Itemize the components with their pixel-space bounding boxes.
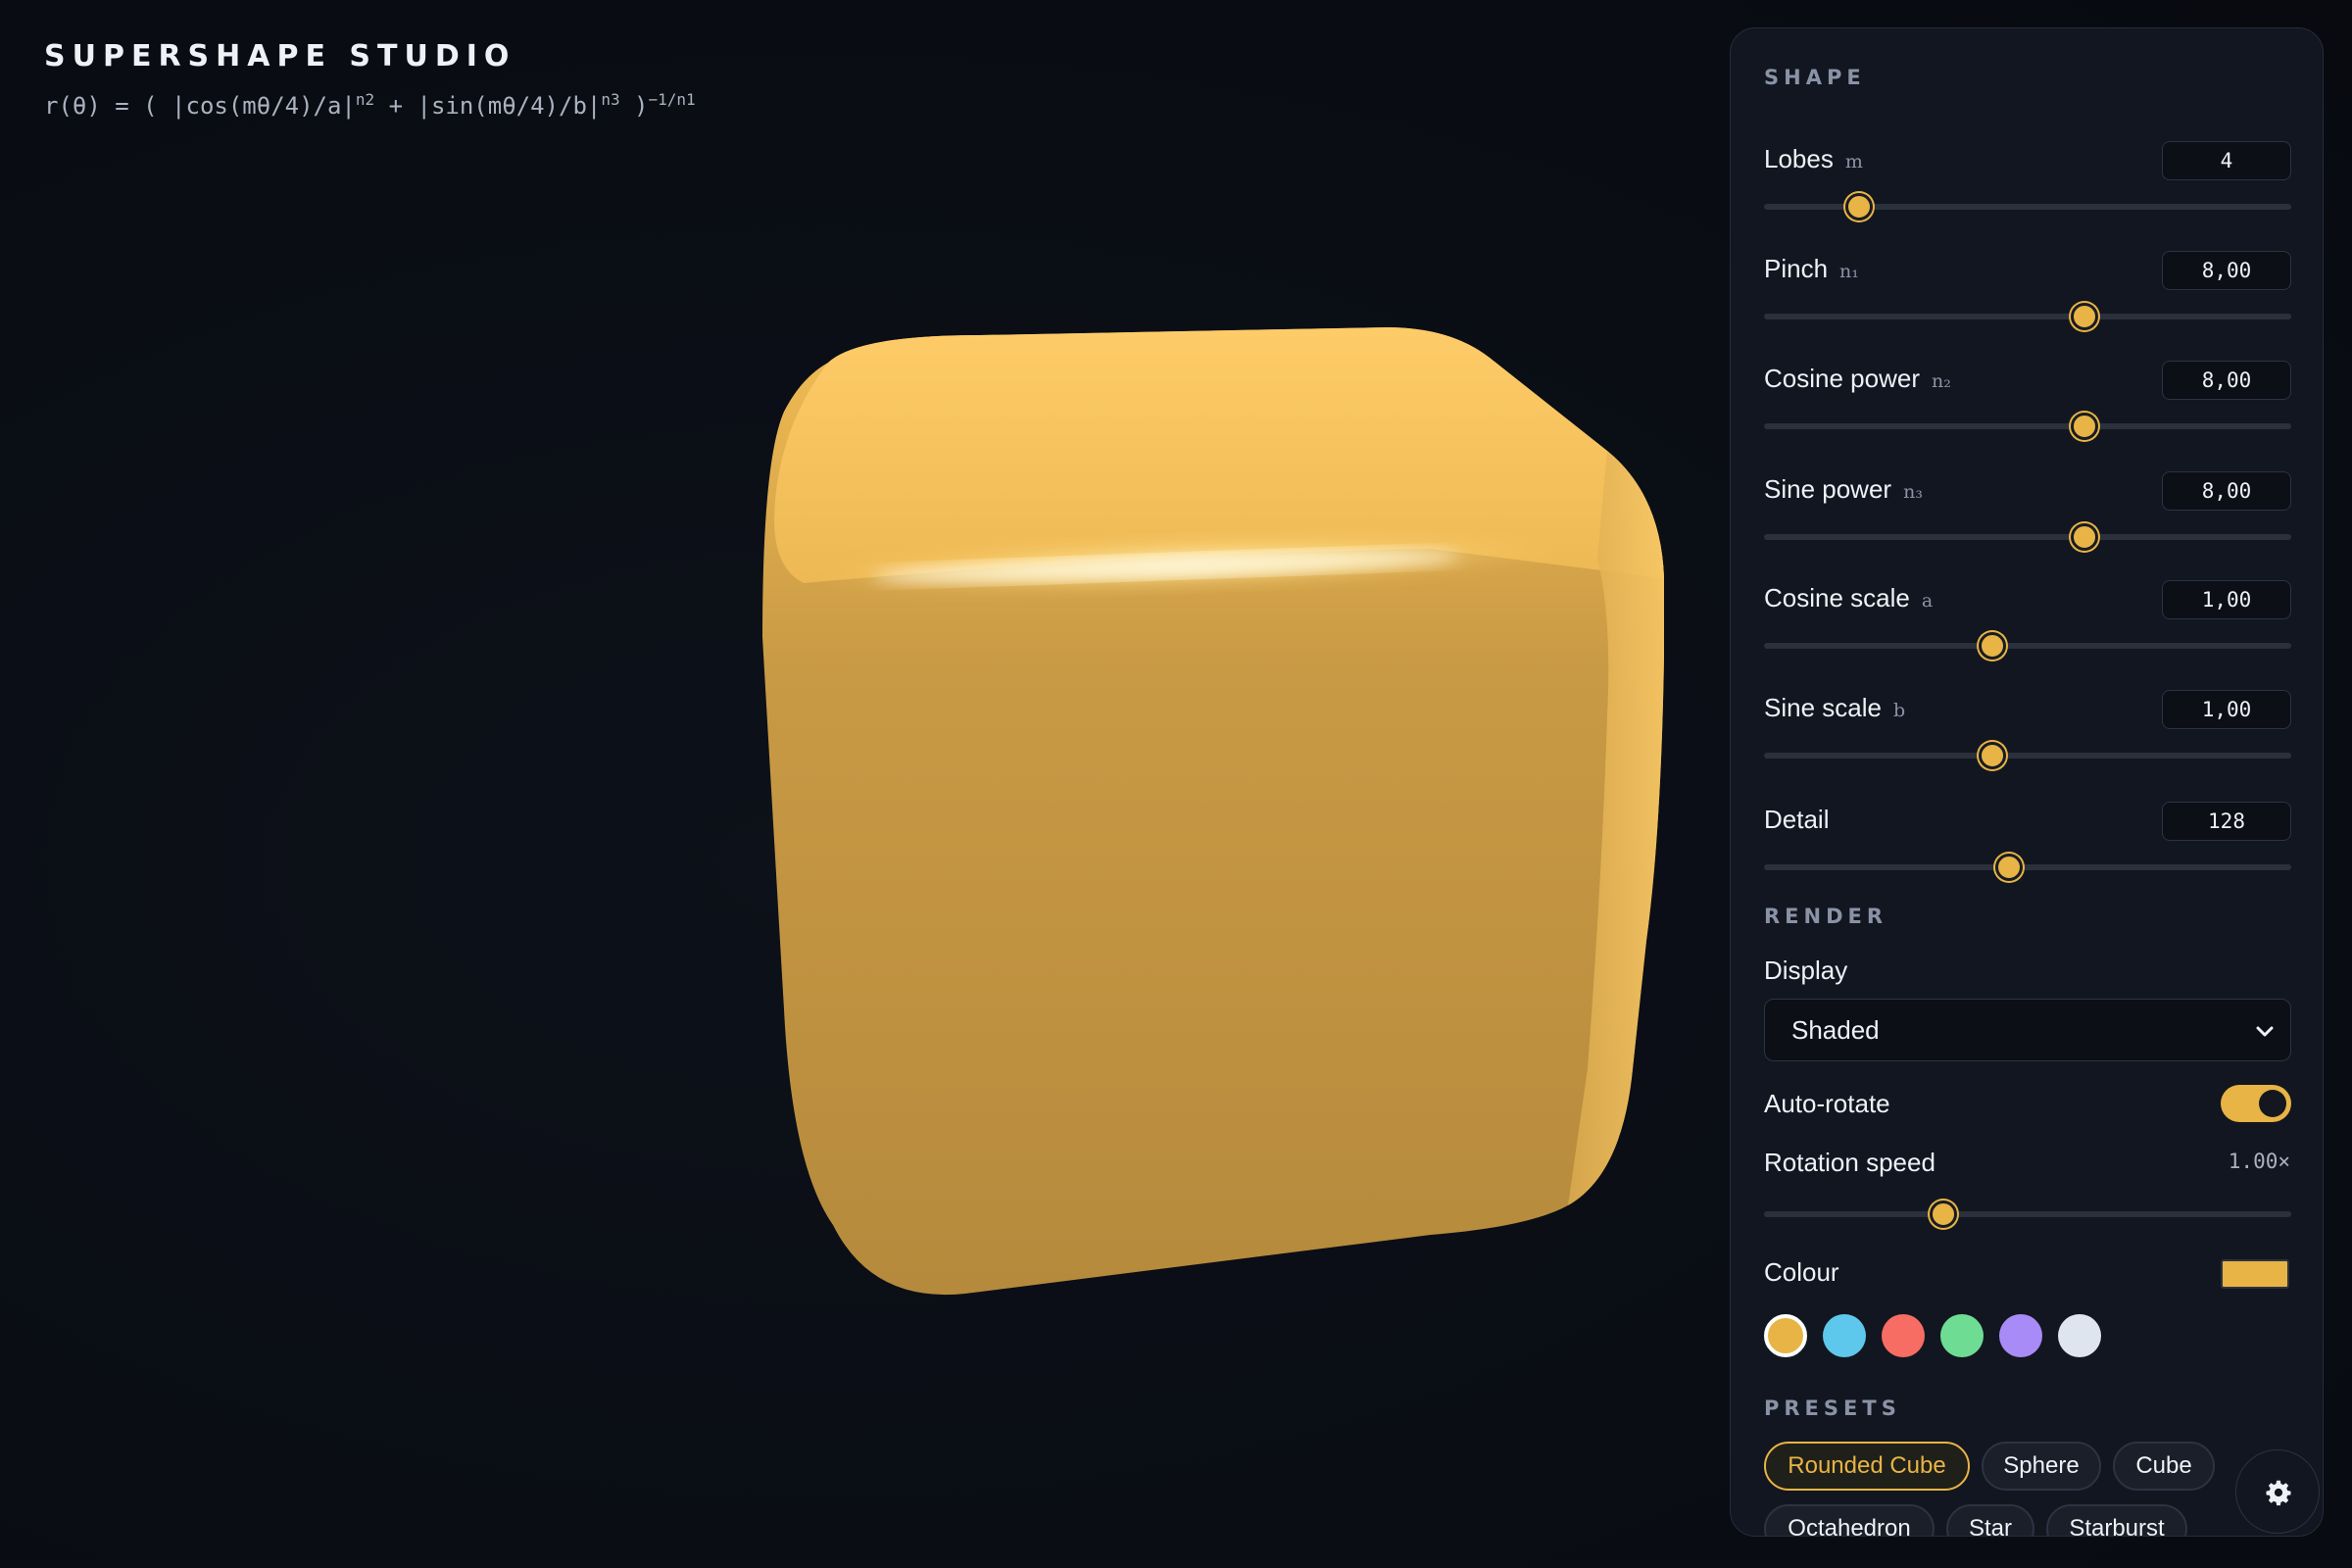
- slider-thumb[interactable]: [2070, 303, 2098, 330]
- supershape-render[interactable]: [745, 323, 1686, 1323]
- slider-track: [1764, 753, 2291, 759]
- sine-power-slider[interactable]: [1764, 517, 2291, 557]
- param-symbol: n₃: [1903, 481, 1923, 503]
- toggle-knob: [2259, 1090, 2286, 1117]
- preset-sphere[interactable]: Sphere: [1982, 1442, 2101, 1491]
- swatch-sky[interactable]: [1823, 1314, 1866, 1357]
- param-symbol: n₁: [1839, 261, 1859, 282]
- pinch-label: Pinch n₁: [1764, 254, 1859, 284]
- param-label-text: Sine power: [1764, 474, 1892, 504]
- param-symbol: a: [1921, 590, 1934, 612]
- cosine-power-label: Cosine power n₂: [1764, 364, 1951, 394]
- swatch-amber[interactable]: [1764, 1314, 1807, 1357]
- cosine-scale-label: Cosine scale a: [1764, 583, 1933, 613]
- param-symbol: n₂: [1931, 370, 1951, 392]
- section-title-render: RENDER: [1764, 905, 1888, 928]
- slider-track: [1764, 643, 2291, 649]
- sine-power-value-input[interactable]: 8,00: [2162, 471, 2291, 511]
- sine-scale-value-input[interactable]: 1,00: [2162, 690, 2291, 729]
- param-label-text: Pinch: [1764, 254, 1829, 283]
- lobes-value-input[interactable]: 4: [2162, 141, 2291, 180]
- cosine-power-value-input[interactable]: 8,00: [2162, 361, 2291, 400]
- pinch-slider[interactable]: [1764, 297, 2291, 336]
- rotation-speed-slider[interactable]: [1764, 1195, 2291, 1234]
- param-label-text: Cosine scale: [1764, 583, 1910, 612]
- swatch-violet[interactable]: [1999, 1314, 2042, 1357]
- slider-thumb[interactable]: [1995, 854, 2024, 881]
- slider-track: [1764, 864, 2291, 870]
- supershape-formula: r(θ) = ( |cos(mθ/4)/a|n2 + |sin(mθ/4)/b|…: [44, 90, 696, 120]
- sine-scale-slider[interactable]: [1764, 736, 2291, 775]
- slider-thumb[interactable]: [1978, 742, 2006, 769]
- lobes-slider[interactable]: [1764, 187, 2291, 226]
- pinch-value-input[interactable]: 8,00: [2162, 251, 2291, 290]
- lobes-label: Lobes m: [1764, 144, 1863, 174]
- chevron-down-icon: [2256, 1026, 2274, 1037]
- slider-thumb[interactable]: [1929, 1200, 1957, 1228]
- app-title: SUPERSHAPE STUDIO: [44, 39, 516, 74]
- preset-cube[interactable]: Cube: [2113, 1442, 2215, 1491]
- slider-track: [1764, 423, 2291, 429]
- detail-slider[interactable]: [1764, 848, 2291, 887]
- slider-thumb[interactable]: [2070, 523, 2098, 551]
- swatch-silver[interactable]: [2058, 1314, 2101, 1357]
- swatch-coral[interactable]: [1882, 1314, 1925, 1357]
- cosine-scale-value-input[interactable]: 1,00: [2162, 580, 2291, 619]
- slider-thumb[interactable]: [2070, 413, 2098, 440]
- display-label: Display: [1764, 956, 1848, 985]
- preset-starburst[interactable]: Starburst: [2046, 1504, 2187, 1536]
- gear-icon: [2266, 1480, 2291, 1506]
- sine-power-label: Sine power n₃: [1764, 474, 1923, 505]
- display-select[interactable]: Shaded: [1764, 999, 2291, 1061]
- cosine-scale-slider[interactable]: [1764, 626, 2291, 665]
- autorotate-toggle[interactable]: [2221, 1085, 2291, 1122]
- display-select-value: Shaded: [1791, 1015, 1880, 1045]
- settings-button[interactable]: [2235, 1449, 2320, 1534]
- control-panel: SHAPE Lobes m 4 Pinch n₁ 8,00 Cosine power n₂ 8,…: [1730, 27, 2324, 1537]
- param-label-text: Detail: [1764, 805, 1830, 834]
- slider-track: [1764, 1211, 2291, 1217]
- slider-track: [1764, 534, 2291, 540]
- slider-track: [1764, 314, 2291, 319]
- section-title-presets: PRESETS: [1764, 1396, 1901, 1420]
- slider-thumb[interactable]: [1844, 193, 1873, 220]
- param-symbol: b: [1892, 700, 1906, 721]
- preset-rounded-cube[interactable]: Rounded Cube: [1764, 1442, 1970, 1491]
- section-title-shape: SHAPE: [1764, 66, 1866, 89]
- sine-scale-label: Sine scale b: [1764, 693, 1905, 723]
- swatch-mint[interactable]: [1940, 1314, 1984, 1357]
- param-symbol: m: [1844, 151, 1863, 172]
- detail-label: Detail: [1764, 805, 1829, 835]
- slider-track: [1764, 204, 2291, 210]
- preset-star[interactable]: Star: [1946, 1504, 2034, 1536]
- preset-octahedron[interactable]: Octahedron: [1764, 1504, 1935, 1536]
- colour-picker[interactable]: [2221, 1259, 2289, 1289]
- param-label-text: Lobes: [1764, 144, 1834, 173]
- detail-value-input[interactable]: 128: [2162, 802, 2291, 841]
- slider-thumb[interactable]: [1978, 632, 2006, 660]
- param-label-text: Cosine power: [1764, 364, 1920, 393]
- colour-label: Colour: [1764, 1257, 1839, 1287]
- rotation-speed-label: Rotation speed: [1764, 1148, 1936, 1177]
- rotation-speed-value: 1.00×: [2228, 1150, 2290, 1173]
- param-label-text: Sine scale: [1764, 693, 1882, 722]
- autorotate-label: Auto-rotate: [1764, 1089, 1890, 1118]
- cosine-power-slider[interactable]: [1764, 407, 2291, 446]
